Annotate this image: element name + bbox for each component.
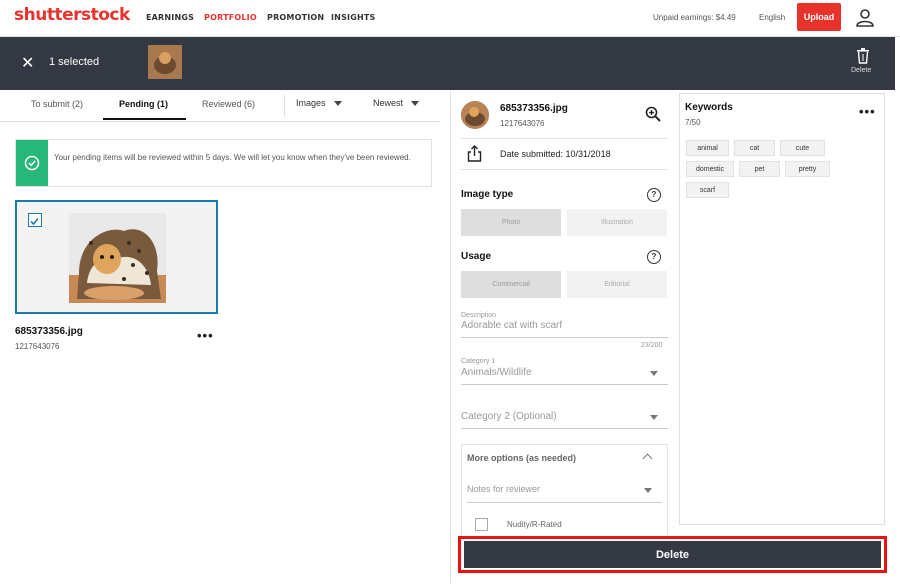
selected-thumbnail [148,45,182,79]
detail-id: 1217643076 [500,119,545,128]
category1-select[interactable]: Animals/Wildlife [461,367,532,378]
image-type-photo[interactable]: Photo [461,209,561,236]
chevron-down-icon [411,101,420,107]
image-type-heading: Image type [461,189,514,200]
shutterstock-logo[interactable]: shutterstock [14,5,130,25]
tab-divider [284,95,285,117]
keyword-chip[interactable]: cute [780,140,825,156]
notes-underline [467,502,662,503]
chevron-down-icon [650,415,658,420]
selection-bar: ✕ 1 selected Delete [0,37,895,90]
bulk-delete-label[interactable]: Delete [851,67,871,74]
usage-commercial[interactable]: Commercial [461,271,561,298]
keywords-panel [679,93,885,525]
image-type-illustration[interactable]: Illustration [567,209,667,236]
nav-insights[interactable]: INSIGHTS [331,13,376,22]
help-icon[interactable]: ? [647,188,661,202]
tab-to-submit[interactable]: To submit (2) [31,99,83,109]
nav-promotion[interactable]: PROMOTION [267,13,324,22]
zoom-in-icon[interactable] [645,106,661,122]
keyword-chip[interactable]: pretty [785,161,830,177]
date-submitted: Date submitted: 10/31/2018 [500,149,611,159]
user-icon[interactable] [855,8,875,28]
category2-select[interactable]: Category 2 (Optional) [461,411,557,422]
image-card[interactable] [15,200,218,314]
notice-accent [16,140,48,186]
more-options-toggle[interactable]: More options (as needed) [467,453,576,463]
chevron-down-icon [333,101,342,107]
item-more-icon[interactable]: ••• [197,328,214,343]
category2-underline [461,428,668,429]
top-nav: shutterstock EARNINGS PORTFOLIO PROMOTIO… [0,0,900,37]
check-circle-icon [24,155,40,171]
usage-heading: Usage [461,251,492,262]
description-char-count: 23/200 [641,342,663,349]
close-icon[interactable]: ✕ [21,53,34,72]
checkmark-icon [30,217,39,226]
share-icon[interactable] [467,145,482,162]
notice-text: Your pending items will be reviewed with… [54,153,411,162]
keyword-chip[interactable]: domestic [686,161,734,177]
delete-button[interactable]: Delete [464,541,881,568]
item-id: 1217643076 [15,342,60,351]
keywords-count: 7/50 [685,118,701,127]
upload-button[interactable]: Upload [797,3,841,31]
keyword-chip[interactable]: scarf [686,182,729,198]
nav-portfolio[interactable]: PORTFOLIO [204,13,257,22]
unpaid-earnings[interactable]: Unpaid earnings: $4.49 [653,13,736,22]
media-type-dropdown[interactable]: Images [296,98,342,108]
category1-label: Category 1 [461,358,496,365]
description-field[interactable]: Adorable cat with scarf [461,320,562,331]
panel-divider [450,90,451,584]
nudity-checkbox[interactable] [475,518,488,531]
help-icon[interactable]: ? [647,250,661,264]
keywords-title: Keywords [685,102,733,113]
detail-thumbnail [461,101,489,129]
delete-button-highlight: Delete [458,536,887,573]
detail-divider [461,138,668,139]
language-selector[interactable]: English [759,13,785,22]
keyword-chip[interactable]: animal [686,140,729,156]
pending-notice: Your pending items will be reviewed with… [15,139,432,187]
tab-pending[interactable]: Pending (1) [119,99,168,109]
nudity-label: Nudity/R-Rated [507,520,562,529]
detail-divider [461,169,668,170]
nav-earnings[interactable]: EARNINGS [146,13,194,22]
sort-dropdown[interactable]: Newest [373,98,420,108]
notes-for-reviewer-select[interactable]: Notes for reviewer [467,484,540,494]
selected-count: 1 selected [49,56,100,68]
active-tab-indicator [103,118,186,120]
sort-value: Newest [373,98,404,108]
item-checkbox[interactable] [28,213,42,227]
description-underline [461,337,668,338]
category1-underline [461,384,668,385]
item-filename: 685373356.jpg [15,326,83,337]
cat-photo [69,213,166,303]
detail-filename: 685373356.jpg [500,103,568,114]
media-type-value: Images [296,98,326,108]
keywords-more-icon[interactable]: ••• [859,104,876,119]
keyword-chip[interactable]: pet [739,161,780,177]
chevron-down-icon [644,488,652,493]
keyword-chip[interactable]: cat [734,140,775,156]
usage-editorial[interactable]: Editorial [567,271,667,298]
scrollbar[interactable] [895,37,900,584]
tab-reviewed[interactable]: Reviewed (6) [202,99,255,109]
trash-icon[interactable] [856,48,870,64]
description-label: Description [461,312,497,319]
chevron-down-icon [650,371,658,376]
